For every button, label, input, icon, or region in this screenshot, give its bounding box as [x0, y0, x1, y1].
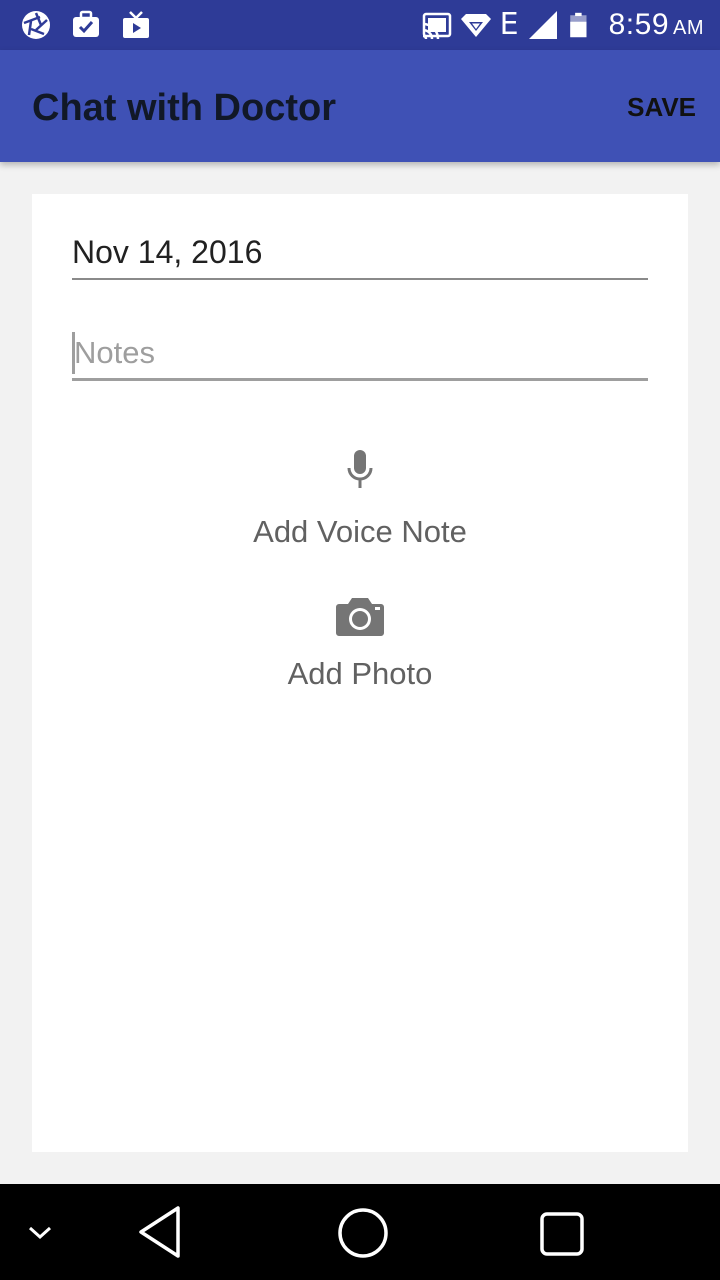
add-photo-label: Add Photo [287, 656, 433, 691]
notes-input[interactable] [72, 330, 650, 376]
status-bar: E 8:59 AM [0, 0, 720, 50]
save-button[interactable]: SAVE [627, 92, 696, 123]
back-icon[interactable] [136, 1204, 184, 1260]
add-voice-note-label: Add Voice Note [253, 514, 467, 549]
aperture-icon [22, 11, 50, 39]
status-clock: 8:59 AM [608, 8, 704, 41]
app-bar: Chat with Doctor SAVE [0, 50, 720, 162]
status-notification-icons [20, 9, 152, 41]
recents-icon[interactable] [538, 1210, 586, 1258]
signal-icon [528, 11, 557, 39]
wifi-icon [460, 14, 491, 37]
entry-card: Nov 14, 2016 Add Voice Note Add Photo [32, 194, 688, 1152]
date-value: Nov 14, 2016 [72, 234, 263, 270]
add-voice-note-button[interactable]: Add Voice Note [32, 448, 688, 558]
video-cast-icon [123, 11, 149, 38]
battery-icon [569, 12, 587, 38]
work-bag-icon [73, 10, 99, 37]
notes-field [72, 330, 650, 381]
cast-icon [422, 12, 451, 40]
network-type-label: E [499, 7, 519, 42]
camera-icon [336, 598, 384, 636]
microphone-icon [347, 450, 373, 488]
home-icon[interactable] [336, 1206, 390, 1260]
chevron-down-icon[interactable] [26, 1220, 54, 1244]
add-photo-button[interactable]: Add Photo [32, 594, 688, 704]
date-field[interactable]: Nov 14, 2016 [72, 230, 648, 280]
status-system-icons: E 8:59 AM [420, 0, 704, 50]
page-title: Chat with Doctor [32, 87, 336, 129]
navigation-bar [0, 1184, 720, 1280]
